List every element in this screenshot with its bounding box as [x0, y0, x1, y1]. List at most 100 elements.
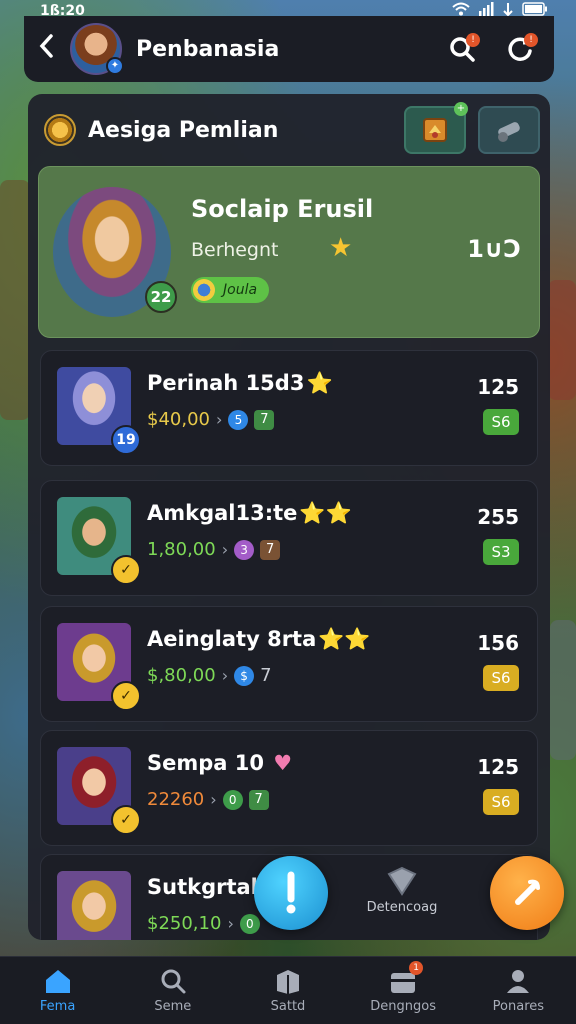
- bottom-navigation: Fema Seme Sattd 1 Dengngos Ponares: [0, 956, 576, 1024]
- background-tree-left: [0, 180, 30, 420]
- featured-hero-level: 22: [145, 281, 177, 313]
- hero-card[interactable]: 19 Perinah 15d3⭐ $40,00 › 5 7 125 S6: [40, 350, 538, 466]
- gem-icon: $: [234, 665, 255, 686]
- plus-icon: +: [454, 102, 468, 116]
- edit-action-button[interactable]: [490, 856, 564, 930]
- hero-chip[interactable]: S6: [483, 665, 519, 691]
- panel-header: Aesiga Pemlian +: [28, 94, 550, 166]
- hero-card[interactable]: ✓ Sempa 10 ♥ 22260 › 0 7 125 S6: [40, 730, 538, 846]
- status-time: 1ß:20: [40, 3, 85, 19]
- star-icon: ⭐⭐: [318, 627, 371, 651]
- treasure-map-icon: [423, 118, 447, 142]
- search-button[interactable]: !: [442, 29, 482, 69]
- gem-icon: 3: [234, 539, 255, 560]
- coin-icon: [44, 114, 76, 146]
- back-button[interactable]: [38, 33, 62, 66]
- chevron-right-icon: ›: [221, 540, 229, 559]
- panel-title: Aesiga Pemlian: [88, 117, 279, 143]
- refresh-notification-badge: !: [524, 33, 538, 47]
- people-icon: [507, 970, 530, 993]
- hero-price: 22260 › 0 7: [147, 789, 269, 810]
- featured-hero-card[interactable]: 22 Soclaip Erusil Berhegnt ★ 1∪Ↄ Joula: [38, 166, 540, 338]
- defend-label: Detencoag: [366, 900, 438, 915]
- nav-store[interactable]: Sattd: [238, 967, 338, 1014]
- cannon-icon: [498, 122, 520, 142]
- inventory-button[interactable]: +: [404, 102, 468, 154]
- pencil-icon: [515, 879, 540, 905]
- status-bar: 1ß:20: [0, 0, 576, 22]
- hero-name: Perinah 15d3⭐: [147, 371, 333, 395]
- hero-portrait: 19: [57, 367, 141, 455]
- hero-name: Aeinglaty 8rta⭐⭐: [147, 627, 371, 651]
- tools-button[interactable]: [478, 106, 540, 154]
- nav-profiles-label: Ponares: [492, 999, 545, 1014]
- gem-icon: 5: [228, 409, 249, 430]
- page-title: Penbanasia: [136, 36, 280, 62]
- wrench-icon: ✓: [111, 805, 141, 835]
- search-notification-badge: !: [466, 33, 480, 47]
- box-icon: [276, 970, 299, 994]
- nav-search-label: Seme: [154, 999, 192, 1014]
- background-hut-right: [548, 280, 576, 400]
- refresh-button[interactable]: !: [500, 29, 540, 69]
- battery-icon: [522, 2, 548, 20]
- hero-portrait: ✓: [57, 497, 141, 585]
- top-header: ✦ Penbanasia ! !: [24, 16, 554, 82]
- hero-portrait: ✓: [57, 623, 141, 711]
- wifi-icon: [452, 2, 470, 20]
- gem-heart-icon: ♥: [266, 751, 293, 775]
- shield-icon: [387, 866, 417, 896]
- chevron-right-icon: ›: [210, 790, 217, 809]
- gem-icon: 0: [222, 789, 243, 810]
- data-icon: [502, 2, 514, 20]
- hero-score: 156: [477, 631, 519, 655]
- wrench-icon: ✓: [111, 555, 141, 585]
- hero-chip[interactable]: S3: [483, 539, 519, 565]
- home-icon: [45, 970, 70, 993]
- hero-portrait: ✓: [57, 747, 141, 835]
- avatar-badge: ✦: [106, 57, 124, 75]
- hero-card[interactable]: ✓ Aeinglaty 8rta⭐⭐ $,80,00 › $ 7 156 S6: [40, 606, 538, 722]
- count-text: 7: [260, 665, 272, 686]
- hero-card[interactable]: ✓ Amkgal13:te⭐⭐ 1,80,00 › 3 7 255 S3: [40, 480, 538, 596]
- hero-list-panel: Aesiga Pemlian + 22 Soclaip Erusil Berhe…: [28, 94, 550, 940]
- background-wall-right: [550, 620, 576, 760]
- count-box: 7: [248, 789, 269, 810]
- hero-name: Sempa 10 ♥: [147, 751, 293, 775]
- hero-name: Amkgal13:te⭐⭐: [147, 501, 352, 525]
- hero-price: 1,80,00 › 3 7: [147, 539, 281, 560]
- nav-dungeons-label: Dengngos: [370, 999, 437, 1014]
- star-icon: ⭐⭐: [299, 501, 352, 525]
- chevron-right-icon: ›: [227, 914, 234, 933]
- featured-hero-subtitle: Berhegnt: [191, 239, 279, 261]
- alert-action-button[interactable]: [254, 856, 328, 930]
- star-icon: ★: [329, 233, 353, 263]
- nav-search[interactable]: Seme: [123, 967, 223, 1014]
- hero-price: $40,00 › 5 7: [147, 409, 275, 430]
- nav-home[interactable]: Fema: [8, 967, 108, 1014]
- chevron-left-icon: [39, 33, 53, 58]
- hero-chip[interactable]: S6: [483, 789, 519, 815]
- featured-hero-tag[interactable]: Joula: [191, 277, 270, 303]
- search-icon: [161, 969, 186, 994]
- nav-dungeons-badge: 1: [409, 961, 424, 975]
- hero-score: 125: [477, 755, 519, 779]
- count-box: 7: [254, 409, 275, 430]
- featured-hero-value: 1∪Ↄ: [467, 235, 521, 263]
- chevron-right-icon: ›: [221, 666, 229, 685]
- exclamation-icon: [286, 871, 296, 914]
- featured-hero-name: Soclaip Erusil: [191, 195, 374, 223]
- hero-level-badge: 19: [111, 425, 141, 455]
- gem-icon: 0: [239, 913, 260, 934]
- chevron-right-icon: ›: [215, 410, 223, 429]
- hero-price: $,80,00 › $ 7: [147, 665, 272, 686]
- player-avatar[interactable]: ✦: [70, 23, 124, 75]
- defend-button[interactable]: Detencoag: [360, 866, 444, 915]
- nav-home-label: Fema: [39, 999, 76, 1014]
- hero-price: $250,10 › 0: [147, 913, 260, 934]
- hero-chip[interactable]: S6: [483, 409, 519, 435]
- nav-dungeons[interactable]: 1 Dengngos: [353, 961, 453, 1014]
- nav-store-label: Sattd: [270, 999, 306, 1014]
- count-box: 7: [260, 539, 281, 560]
- nav-profiles[interactable]: Ponares: [468, 967, 568, 1014]
